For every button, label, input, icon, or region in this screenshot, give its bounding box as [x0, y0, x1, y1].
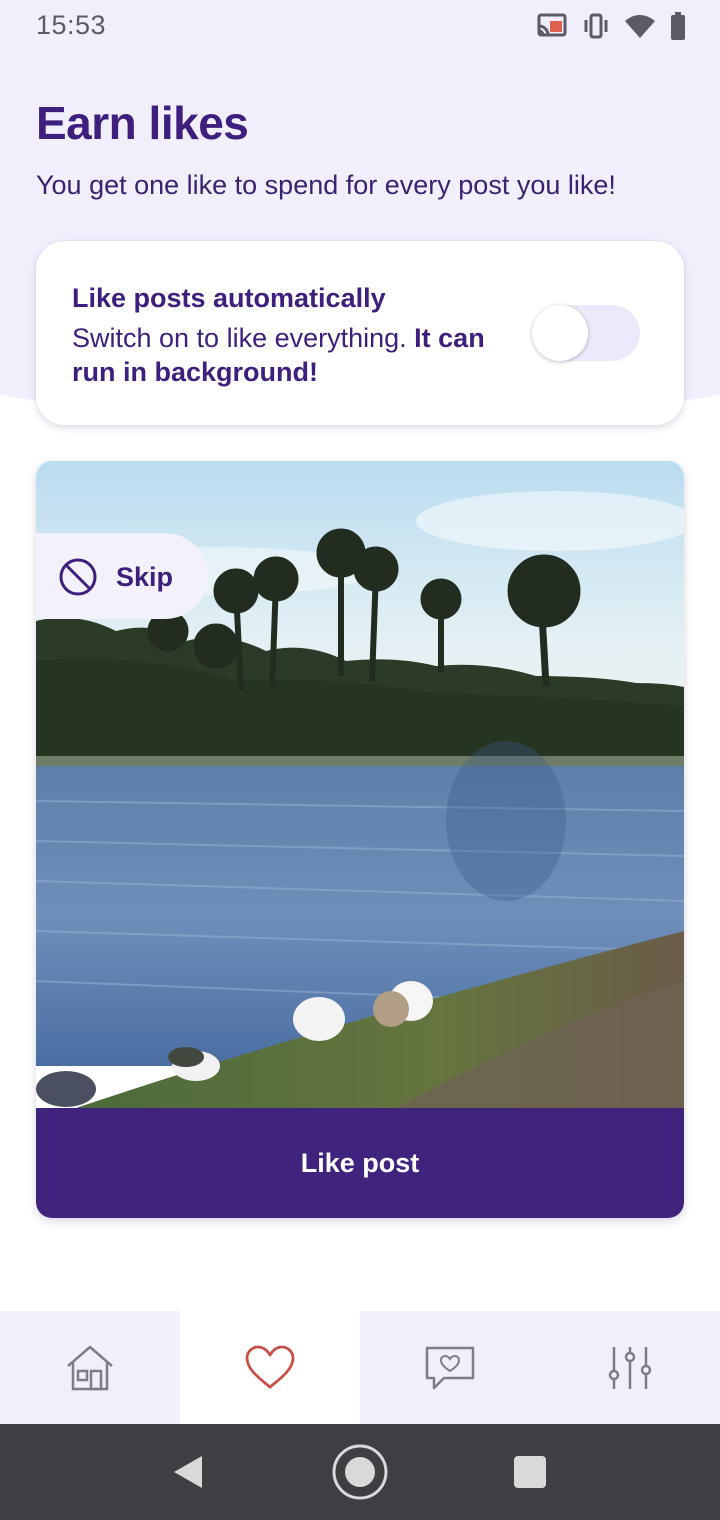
status-icons [536, 12, 686, 40]
nav-item-home[interactable] [0, 1311, 180, 1424]
home-icon [67, 1345, 113, 1390]
heart-icon [245, 1345, 295, 1388]
auto-like-toggle[interactable] [532, 305, 640, 361]
heart-message-icon [425, 1346, 475, 1389]
vibrate-icon [584, 13, 608, 39]
skip-button[interactable]: Skip [36, 533, 208, 619]
toggle-knob [532, 305, 588, 361]
bottom-nav [0, 1311, 720, 1424]
like-post-button[interactable]: Like post [36, 1108, 684, 1218]
nav-item-settings[interactable] [540, 1311, 720, 1424]
status-bar: 15:53 [0, 0, 720, 56]
battery-icon [671, 12, 685, 40]
page-subtitle: You get one like to spend for every post… [36, 170, 616, 200]
auto-like-card: Like posts automatically Switch on to li… [36, 241, 684, 425]
block-icon [59, 558, 97, 596]
wifi-icon [625, 15, 655, 38]
sliders-icon [608, 1346, 652, 1389]
nav-item-messages[interactable] [360, 1311, 540, 1424]
cast-icon [537, 13, 567, 37]
screen: 15:53 Earn likes You get one like to spe… [0, 0, 720, 1520]
skip-label: Skip [116, 562, 174, 592]
auto-like-description: Switch on to like everything. It can run… [72, 321, 502, 389]
recents-icon[interactable] [514, 1456, 546, 1488]
auto-like-description-text: Switch on to like everything. [72, 323, 415, 353]
home-button-icon[interactable] [331, 1443, 389, 1501]
post-card: Skip Like post [36, 461, 684, 1218]
auto-like-title: Like posts automatically [72, 283, 386, 313]
system-nav-bar [0, 1424, 720, 1520]
back-icon[interactable] [172, 1454, 204, 1490]
nav-item-earn-likes[interactable] [180, 1311, 360, 1424]
status-time: 15:53 [36, 10, 107, 40]
page-title: Earn likes [36, 97, 249, 149]
